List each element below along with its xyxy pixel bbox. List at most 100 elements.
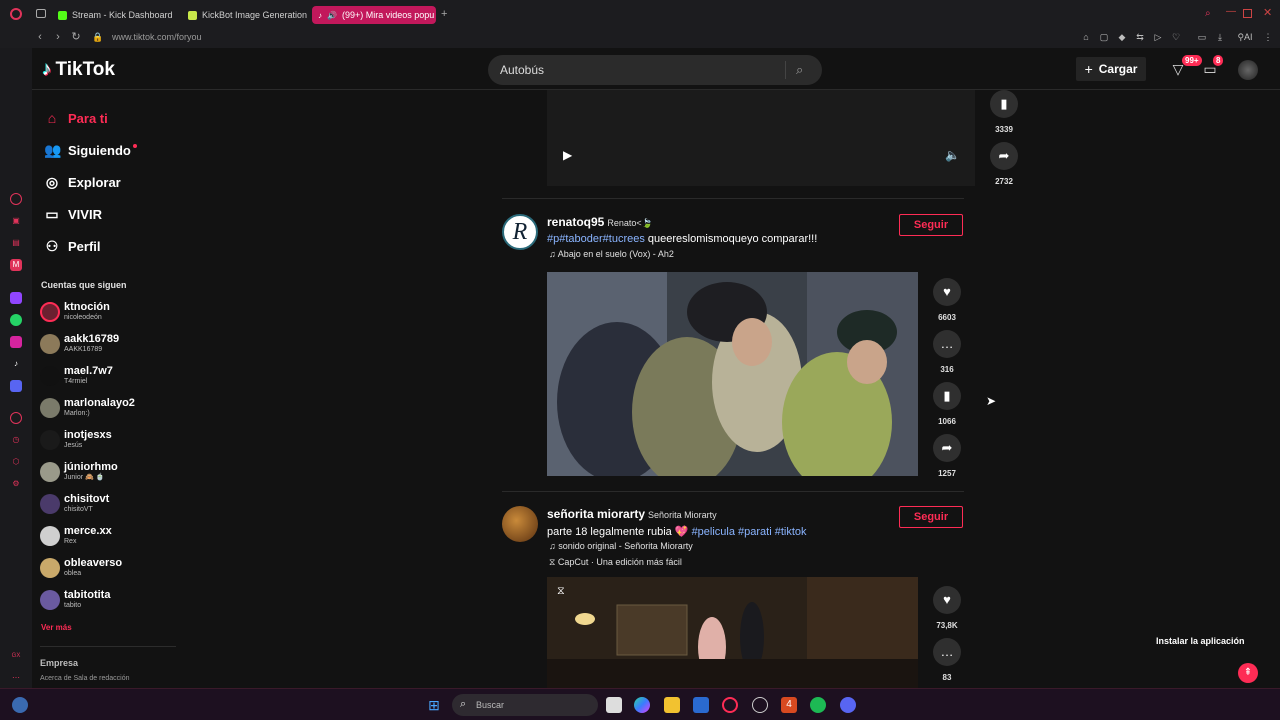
wallet-icon[interactable]: ▭ [1196, 31, 1208, 43]
nav-explorar[interactable]: ◎ Explorar [44, 172, 121, 192]
weather-icon[interactable] [12, 697, 28, 713]
post-avatar[interactable] [502, 506, 538, 542]
aria-icon[interactable] [10, 193, 22, 205]
following-account[interactable]: júniorhmo Junior 🙈 🍵 [40, 458, 118, 486]
spotify-icon[interactable] [810, 697, 826, 713]
avatar[interactable] [1238, 60, 1258, 80]
tab-kick-dashboard[interactable]: Stream - Kick Dashboard [58, 6, 178, 24]
tiktok-side-icon[interactable]: ♪ [10, 358, 22, 370]
discord-icon[interactable] [10, 380, 22, 392]
m-app-icon[interactable]: M [10, 259, 22, 271]
video-player[interactable] [547, 272, 918, 476]
footer-links[interactable]: Acerca de Sala de redacción [40, 675, 130, 682]
comment-icon[interactable]: … [933, 330, 961, 358]
save-icon[interactable]: ▮ [990, 90, 1018, 118]
instagram-icon[interactable] [10, 336, 22, 348]
settings-icon[interactable]: ⚙ [10, 478, 22, 490]
volume-icon[interactable]: 🔈 [945, 148, 960, 162]
nav-vivir[interactable]: ▭ VIVIR [44, 204, 102, 224]
hashtags[interactable]: #p#taboder#tucrees [547, 233, 645, 245]
tab-tiktok[interactable]: ♪ 🔊 (99+) Mira videos popu [312, 6, 436, 24]
following-account[interactable]: mael.7w7 T4rmiel [40, 362, 113, 390]
maximize-icon[interactable] [1243, 9, 1252, 18]
menu-icon[interactable]: ⋮ [1262, 31, 1274, 43]
back-icon[interactable]: ‹ [34, 31, 46, 43]
previous-video[interactable]: ▶ 🔈 [547, 90, 975, 186]
discord-taskbar-icon[interactable] [840, 697, 856, 713]
following-account[interactable]: tabitotita tabito [40, 586, 110, 614]
following-account[interactable]: chisitovt chisitoVT [40, 490, 109, 518]
share-icon[interactable]: ➦ [933, 434, 961, 462]
history-icon[interactable]: ◷ [10, 434, 22, 446]
share-icon[interactable]: ➦ [990, 142, 1018, 170]
like-icon[interactable]: ♥ [933, 586, 961, 614]
follow-button[interactable]: Seguir [899, 506, 963, 528]
see-more-link[interactable]: Ver más [41, 623, 72, 632]
music-link[interactable]: ♫ sonido original - Señorita Miorarty [549, 541, 693, 551]
heart-icon[interactable]: ♡ [1170, 31, 1182, 43]
nav-perfil[interactable]: ⚇ Perfil [44, 236, 101, 256]
copilot-icon[interactable] [634, 697, 650, 713]
store-icon[interactable] [693, 697, 709, 713]
nav-siguiendo[interactable]: 👥 Siguiendo [44, 140, 137, 160]
url-text[interactable]: www.tiktok.com/foryou [112, 32, 202, 42]
bag-icon[interactable]: ▣ [10, 215, 22, 227]
close-icon[interactable]: ✕ [1263, 6, 1272, 19]
more-sidebar-icon[interactable]: ⋯ [10, 672, 22, 684]
shield-icon[interactable]: ◆ [1116, 31, 1128, 43]
following-account[interactable]: merce.xx Rex [40, 522, 112, 550]
snapshot-icon[interactable]: ▢ [1098, 31, 1110, 43]
taskbar-search[interactable]: ⌕ Buscar [452, 694, 598, 716]
whatsapp-icon[interactable] [10, 314, 22, 326]
app-4-icon[interactable]: 4 [781, 697, 797, 713]
tab-overview-icon[interactable] [36, 9, 46, 18]
twitch-icon[interactable] [10, 292, 22, 304]
search-tabs-icon[interactable]: ⌕ [1205, 8, 1211, 19]
windows-start-icon[interactable]: ⊞ [426, 697, 442, 713]
footer-company-title[interactable]: Empresa [40, 658, 78, 668]
gx-icon[interactable]: GX [10, 650, 22, 662]
scroll-to-top-icon[interactable]: ⇞ [1238, 663, 1258, 683]
comment-icon[interactable]: … [933, 638, 961, 666]
forward-icon[interactable]: › [52, 31, 64, 43]
translate-icon[interactable]: ⇆ [1134, 31, 1146, 43]
speaker-icon[interactable]: 🔊 [327, 11, 337, 20]
nav-para-ti[interactable]: ⌂ Para ti [44, 108, 108, 128]
following-account[interactable]: inotjesxs Jesús [40, 426, 112, 454]
search-icon[interactable]: ⌕ [796, 62, 810, 77]
video-player[interactable]: ⧖ [547, 577, 918, 688]
save-icon[interactable]: ▮ [933, 382, 961, 410]
following-account[interactable]: aakk16789 AAKK16789 [40, 330, 119, 358]
opera-gx-taskbar-icon[interactable] [722, 697, 738, 713]
capcut-link[interactable]: ⧖ CapCut · Una edición más fácil [549, 557, 682, 568]
following-account[interactable]: ktnoción nicoleodeón [40, 298, 110, 326]
play-icon[interactable]: ▷ [1152, 31, 1164, 43]
follow-button[interactable]: Seguir [899, 214, 963, 236]
task-view-icon[interactable] [606, 697, 622, 713]
new-tab-icon[interactable]: + [441, 8, 447, 20]
player-icon[interactable] [10, 412, 22, 424]
minimize-icon[interactable]: — [1226, 6, 1236, 17]
upload-button[interactable]: + Cargar [1076, 57, 1146, 81]
following-account[interactable]: marlonalayo2 Marlon:) [40, 394, 135, 422]
following-account[interactable]: obleaverso oblea [40, 554, 122, 582]
post-avatar[interactable]: R [502, 214, 538, 250]
play-video-icon[interactable]: ▶ [563, 148, 572, 162]
reload-icon[interactable]: ↻ [70, 31, 82, 43]
music-link[interactable]: ♫ Abajo en el suelo (Vox) - Ah2 [549, 249, 674, 259]
post-username[interactable]: renatoq95 Renato<🍃 [547, 215, 653, 229]
extensions-icon[interactable]: ⬡ [10, 456, 22, 468]
post-username[interactable]: señorita miorarty Señorita Miorarty [547, 507, 717, 521]
tab-kickbot[interactable]: KickBot Image Generation [188, 6, 308, 24]
steam-icon[interactable] [752, 697, 768, 713]
install-app-button[interactable]: Instalar la aplicación [1156, 636, 1245, 646]
ai-icon[interactable]: ⚲AI [1236, 31, 1254, 43]
download-icon[interactable]: ⤓ [1214, 31, 1226, 43]
search-input[interactable] [500, 63, 770, 77]
hashtags[interactable]: #pelicula #parati #tiktok [692, 526, 807, 538]
opera-logo-icon[interactable] [10, 8, 22, 20]
tiktok-logo[interactable]: ♪ TikTok [42, 59, 115, 81]
image-icon[interactable]: ▤ [10, 237, 22, 249]
like-icon[interactable]: ♥ [933, 278, 961, 306]
file-explorer-icon[interactable] [664, 697, 680, 713]
